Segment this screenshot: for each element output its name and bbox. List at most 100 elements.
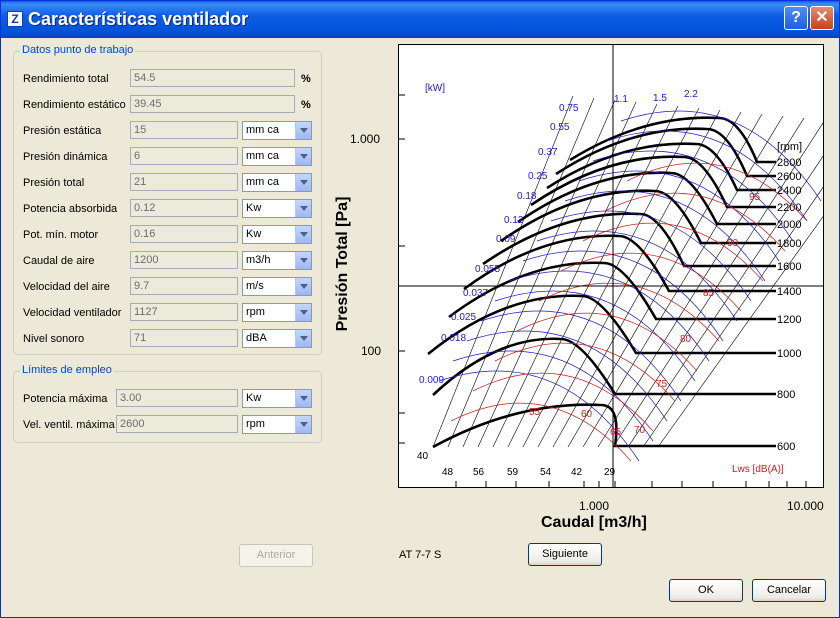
system-line [492, 103, 658, 448]
unit-select[interactable]: mm ca [242, 121, 312, 140]
work-point-value-field[interactable]: 71 [130, 329, 238, 347]
work-point-value-field[interactable]: 9.7 [130, 277, 238, 295]
system-line [552, 111, 742, 448]
previous-button[interactable]: Anterior [239, 544, 313, 567]
chevron-down-icon[interactable] [295, 252, 311, 269]
unit-select[interactable]: mm ca [242, 173, 312, 192]
chevron-down-icon[interactable] [295, 304, 311, 321]
title-bar[interactable]: Z Características ventilador ? ✕ [1, 1, 839, 38]
cancel-button[interactable]: Cancelar [752, 579, 826, 602]
unit-select-value: mm ca [246, 124, 279, 136]
work-point-label: Presión estática [23, 125, 102, 137]
fan-characteristics-window: Z Características ventilador ? ✕ Datos p… [0, 0, 840, 618]
power-curve [480, 310, 682, 402]
chevron-down-icon[interactable] [295, 200, 311, 217]
sound-label: 80 [680, 334, 692, 345]
power-curve [494, 290, 696, 382]
efficiency-label: 48 [442, 467, 454, 478]
percent-unit-label: % [301, 73, 311, 85]
work-point-value-field[interactable]: 6 [130, 147, 238, 165]
limit-value-field[interactable]: 3.00 [116, 389, 238, 407]
system-line [507, 105, 679, 448]
work-point-value-field[interactable]: 0.16 [130, 225, 238, 243]
work-point-value-field[interactable]: 1127 [130, 303, 238, 321]
limit-label: Potencia máxima [23, 393, 108, 405]
unit-select[interactable]: Kw [242, 199, 312, 218]
work-point-value-field[interactable]: 54.5 [130, 69, 295, 87]
sound-label: 75 [656, 379, 668, 390]
unit-select[interactable]: Kw [242, 225, 312, 244]
rpm-label: 1000 [777, 348, 801, 360]
work-point-group-title: Datos punto de trabajo [20, 44, 136, 56]
rpm-curve [432, 337, 776, 396]
efficiency-label: 59 [507, 467, 519, 478]
work-point-value-field[interactable]: 15 [130, 121, 238, 139]
work-point-label: Rendimiento estático [23, 99, 126, 111]
chevron-down-icon[interactable] [295, 148, 311, 165]
sound-label: 95 [749, 192, 761, 203]
sound-label: 60 [581, 409, 593, 420]
power-label: 0.55 [550, 122, 570, 133]
y-axis-title: Presión Total [Pa] [334, 196, 351, 332]
chevron-down-icon[interactable] [295, 416, 311, 433]
power-curve [578, 170, 780, 262]
system-line [522, 107, 700, 448]
rpm-label: 600 [777, 441, 795, 453]
unit-select[interactable]: rpm [242, 303, 312, 322]
unit-select-value: Kw [246, 392, 262, 404]
power-label: 2.2 [684, 89, 698, 100]
rpm-label: 1400 [777, 286, 801, 298]
x-tick-10000: 10.000 [787, 499, 824, 513]
limit-value-field[interactable]: 2600 [116, 415, 238, 433]
efficiency-label: 54 [540, 467, 552, 478]
sound-label: 70 [634, 425, 646, 436]
rpm-label: 1600 [777, 261, 801, 273]
sound-label: 90 [727, 238, 739, 249]
chevron-down-icon[interactable] [295, 390, 311, 407]
rpm-label: 2800 [777, 157, 801, 169]
unit-select[interactable]: m/s [242, 277, 312, 296]
efficiency-label: 40 [417, 451, 429, 462]
power-label: 0.25 [528, 171, 548, 182]
rpm-label: 2000 [777, 219, 801, 231]
work-point-label: Caudal de aire [23, 255, 95, 267]
work-point-value-field[interactable]: 1200 [130, 251, 238, 269]
percent-unit-label: % [301, 99, 311, 111]
sound-curve [516, 312, 698, 372]
work-point-value-field[interactable]: 0.12 [130, 199, 238, 217]
chevron-down-icon[interactable] [295, 122, 311, 139]
chevron-down-icon[interactable] [295, 226, 311, 243]
work-point-value-field[interactable]: 39.45 [130, 95, 295, 113]
fan-model-label: AT 7-7 S [399, 549, 442, 561]
rpm-label: 1200 [777, 314, 801, 326]
chevron-down-icon[interactable] [295, 278, 311, 295]
ok-button[interactable]: OK [669, 579, 743, 602]
chevron-down-icon[interactable] [295, 174, 311, 191]
unit-select[interactable]: m3/h [242, 251, 312, 270]
work-point-value-field[interactable]: 21 [130, 173, 238, 191]
rpm-label: 2600 [777, 171, 801, 183]
chevron-down-icon[interactable] [295, 330, 311, 347]
power-label: 0.037 [463, 288, 488, 299]
rpm-unit-label: [rpm] [777, 141, 802, 153]
work-point-label: Nivel sonoro [23, 333, 85, 345]
work-point-label: Presión dinámica [23, 151, 108, 163]
y-tick-100: 100 [361, 344, 382, 358]
system-line [447, 97, 595, 448]
close-button[interactable]: ✕ [810, 6, 834, 30]
help-button[interactable]: ? [784, 6, 808, 30]
unit-select[interactable]: rpm [242, 415, 312, 434]
fan-curve-svg: 2800260024002200200018001600140012001000… [399, 45, 840, 490]
power-label: 1.5 [653, 93, 667, 104]
unit-select-value: m/s [246, 280, 264, 292]
x-tick-1000: 1.000 [579, 499, 610, 513]
unit-select-value: mm ca [246, 150, 279, 162]
unit-select-value: m3/h [246, 254, 271, 266]
power-label: 0.12 [504, 215, 524, 226]
next-button[interactable]: Siguiente [528, 543, 602, 566]
efficiency-label: 29 [604, 467, 616, 478]
unit-select[interactable]: dBA [242, 329, 312, 348]
unit-select[interactable]: mm ca [242, 147, 312, 166]
system-line [597, 117, 805, 448]
unit-select[interactable]: Kw [242, 389, 312, 408]
